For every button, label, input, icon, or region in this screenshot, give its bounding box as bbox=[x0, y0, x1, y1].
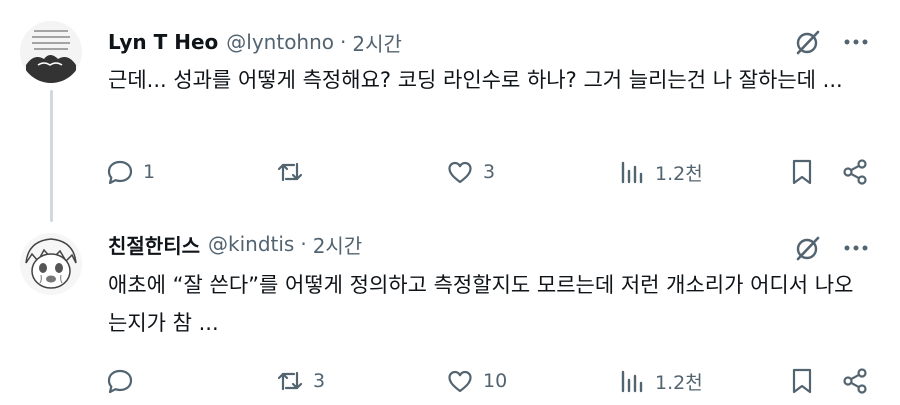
like-button[interactable]: 3 bbox=[445, 154, 495, 190]
post[interactable]: 친절한티스 @kindtis · 2시간 애초에 “잘 쓴다”를 어떻게 정의하… bbox=[0, 210, 900, 405]
reply-button[interactable] bbox=[105, 363, 143, 399]
share-button[interactable] bbox=[840, 154, 870, 190]
post-text: 근데... 성과를 어떻게 측정해요? 코딩 라인수로 하나? 그거 늘리는건 … bbox=[108, 68, 843, 92]
avatar[interactable] bbox=[20, 233, 82, 295]
repost-button[interactable] bbox=[275, 154, 313, 190]
reply-count: 1 bbox=[143, 161, 156, 183]
views-icon bbox=[621, 370, 643, 393]
reply-button[interactable]: 1 bbox=[105, 154, 155, 190]
repost-icon bbox=[277, 162, 303, 182]
bookmark-button[interactable] bbox=[787, 154, 817, 190]
views-button[interactable]: 1.2천 bbox=[617, 154, 703, 190]
repost-button[interactable]: 3 bbox=[275, 363, 325, 399]
more-icon[interactable] bbox=[842, 28, 870, 56]
reply-icon bbox=[107, 160, 133, 185]
post-header: Lyn T Heo @lyntohno · 2시간 bbox=[108, 26, 402, 58]
like-button[interactable]: 10 bbox=[445, 363, 507, 399]
grok-icon[interactable] bbox=[794, 234, 822, 262]
post-text: 애초에 “잘 쓴다”를 어떻게 정의하고 측정할지도 모르는데 저런 개소리가 … bbox=[108, 273, 854, 335]
avatar[interactable] bbox=[20, 21, 82, 83]
separator-dot: · bbox=[300, 232, 307, 256]
heart-icon bbox=[448, 161, 472, 184]
heart-icon bbox=[448, 370, 472, 393]
post-actions: 3 10 1.2천 bbox=[105, 363, 875, 399]
thread-connector-line bbox=[50, 90, 53, 222]
views-icon bbox=[621, 161, 643, 184]
more-icon[interactable] bbox=[842, 234, 870, 262]
separator-dot: · bbox=[340, 30, 347, 54]
view-count: 1.2천 bbox=[655, 371, 703, 394]
post[interactable]: Lyn T Heo @lyntohno · 2시간 근데... 성과를 어떻게 … bbox=[0, 0, 900, 222]
share-icon bbox=[843, 159, 867, 185]
grok-icon[interactable] bbox=[794, 28, 822, 56]
timestamp[interactable]: 2시간 bbox=[313, 230, 363, 259]
view-count: 1.2천 bbox=[655, 162, 703, 185]
like-count: 10 bbox=[483, 370, 508, 392]
bookmark-icon bbox=[792, 368, 812, 394]
post-actions: 1 3 1.2천 bbox=[105, 154, 875, 190]
conversation-thread: Lyn T Heo @lyntohno · 2시간 근데... 성과를 어떻게 … bbox=[0, 0, 900, 405]
repost-icon bbox=[277, 371, 303, 391]
bookmark-icon bbox=[792, 159, 812, 185]
share-icon bbox=[843, 368, 867, 394]
reply-icon bbox=[107, 369, 133, 394]
share-button[interactable] bbox=[840, 363, 870, 399]
like-count: 3 bbox=[483, 161, 496, 183]
user-handle[interactable]: @lyntohno bbox=[226, 30, 334, 54]
views-button[interactable]: 1.2천 bbox=[617, 363, 703, 399]
timestamp[interactable]: 2시간 bbox=[352, 28, 402, 57]
display-name[interactable]: Lyn T Heo bbox=[108, 30, 218, 54]
repost-count: 3 bbox=[313, 370, 326, 392]
bookmark-button[interactable] bbox=[787, 363, 817, 399]
display-name[interactable]: 친절한티스 bbox=[108, 230, 200, 259]
post-header: 친절한티스 @kindtis · 2시간 bbox=[108, 228, 362, 260]
user-handle[interactable]: @kindtis bbox=[208, 232, 294, 256]
